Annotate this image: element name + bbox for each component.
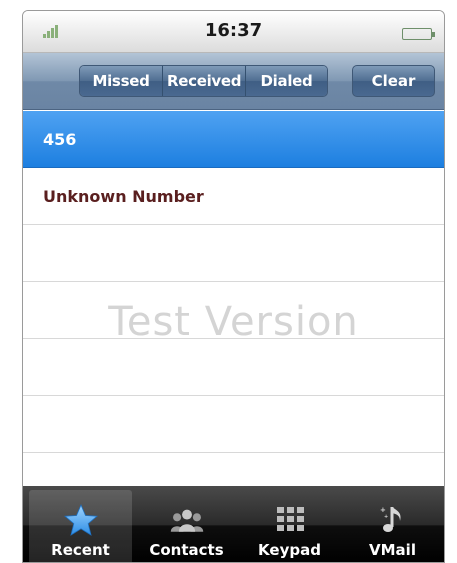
- list-item[interactable]: 456: [23, 111, 444, 168]
- tab-recent[interactable]: Recent: [29, 490, 132, 562]
- empty-row: [23, 282, 444, 339]
- tab-contacts[interactable]: Contacts: [135, 486, 238, 562]
- segment-missed[interactable]: Missed: [80, 66, 163, 96]
- svg-text:+: +: [380, 506, 386, 514]
- tab-bar: Recent Contacts Keypad + + VMail: [23, 486, 444, 562]
- nav-bar: Missed Received Dialed Clear: [23, 53, 444, 110]
- list-item-label: Unknown Number: [43, 186, 204, 206]
- star-icon: [63, 503, 99, 537]
- phone-screen: 16:37 Missed Received Dialed Clear 456 U…: [22, 10, 445, 563]
- call-filter-segmented-control: Missed Received Dialed: [79, 65, 328, 97]
- voicemail-icon: + +: [375, 503, 411, 537]
- empty-row: [23, 339, 444, 396]
- tab-label: Contacts: [149, 541, 224, 559]
- status-bar: 16:37: [23, 11, 444, 53]
- keypad-icon: [272, 503, 308, 537]
- tab-keypad[interactable]: Keypad: [238, 486, 341, 562]
- tab-label: VMail: [369, 541, 416, 559]
- segment-dialed[interactable]: Dialed: [246, 66, 327, 96]
- status-time: 16:37: [204, 20, 263, 41]
- battery-icon: [402, 28, 435, 40]
- empty-row: [23, 453, 444, 488]
- tab-vmail[interactable]: + + VMail: [341, 486, 444, 562]
- tab-label: Keypad: [258, 541, 321, 559]
- clear-button[interactable]: Clear: [352, 65, 435, 97]
- recent-calls-list: 456 Unknown Number Test Version: [23, 111, 444, 488]
- list-item[interactable]: Unknown Number: [23, 168, 444, 225]
- contacts-icon: [169, 503, 205, 537]
- segment-received[interactable]: Received: [163, 66, 246, 96]
- svg-text:+: +: [384, 514, 388, 520]
- tab-label: Recent: [51, 541, 110, 559]
- list-item-label: 456: [43, 129, 77, 149]
- empty-row: [23, 396, 444, 453]
- empty-row: [23, 225, 444, 282]
